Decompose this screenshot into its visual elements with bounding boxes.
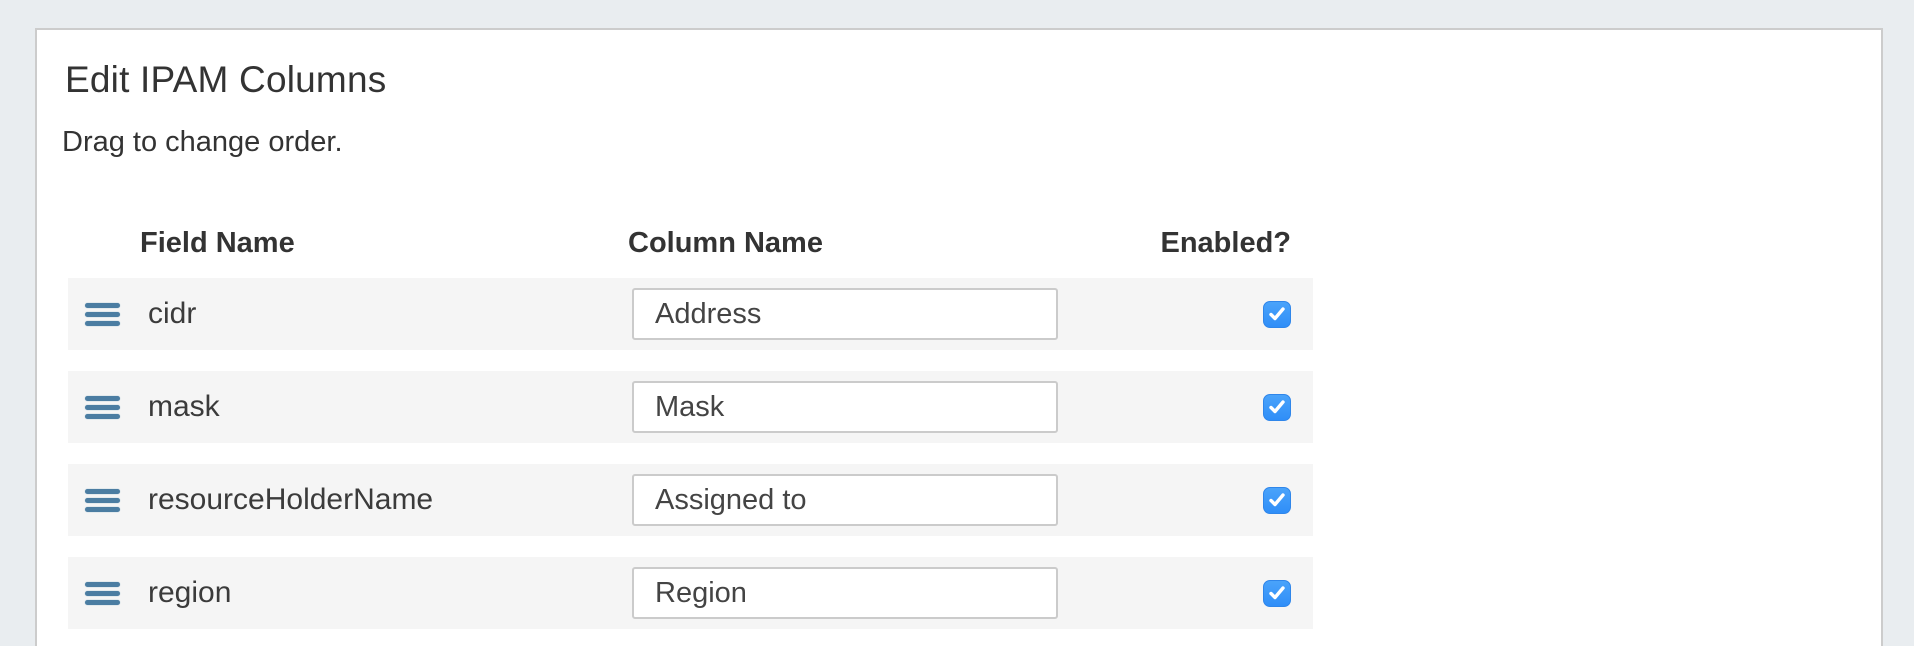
table-row: resourceHolderName bbox=[68, 464, 1313, 536]
checkmark-icon bbox=[1268, 585, 1286, 601]
table-row: region bbox=[68, 557, 1313, 629]
enabled-cell bbox=[1081, 487, 1313, 514]
enabled-cell bbox=[1081, 580, 1313, 607]
enabled-checkbox[interactable] bbox=[1263, 301, 1291, 328]
enabled-checkbox[interactable] bbox=[1263, 394, 1291, 421]
enabled-checkbox[interactable] bbox=[1263, 487, 1291, 514]
column-name-input[interactable] bbox=[632, 381, 1058, 433]
handle-cell bbox=[68, 396, 140, 419]
drag-handle-icon[interactable] bbox=[85, 489, 120, 512]
header-field-name: Field Name bbox=[140, 228, 628, 258]
checkmark-icon bbox=[1268, 306, 1286, 322]
column-name-cell bbox=[628, 381, 1081, 433]
field-name-label: cidr bbox=[140, 297, 628, 331]
drag-handle-icon[interactable] bbox=[85, 396, 120, 419]
ipam-columns-table: Field Name Column Name Enabled? cidr bbox=[68, 226, 1313, 646]
enabled-cell bbox=[1081, 394, 1313, 421]
handle-cell bbox=[68, 303, 140, 326]
drag-handle-icon[interactable] bbox=[85, 582, 120, 605]
table-row: cidr bbox=[68, 278, 1313, 350]
edit-ipam-columns-panel: Edit IPAM Columns Drag to change order. … bbox=[35, 28, 1883, 646]
handle-cell bbox=[68, 489, 140, 512]
drag-hint-text: Drag to change order. bbox=[62, 126, 343, 158]
table-row: mask bbox=[68, 371, 1313, 443]
column-name-input[interactable] bbox=[632, 474, 1058, 526]
column-name-cell bbox=[628, 288, 1081, 340]
column-name-cell bbox=[628, 474, 1081, 526]
header-column-name: Column Name bbox=[628, 228, 1081, 258]
handle-cell bbox=[68, 582, 140, 605]
checkmark-icon bbox=[1268, 492, 1286, 508]
table-rows: cidr mask bbox=[68, 278, 1313, 629]
field-name-label: resourceHolderName bbox=[140, 483, 628, 517]
enabled-cell bbox=[1081, 301, 1313, 328]
table-header-row: Field Name Column Name Enabled? bbox=[68, 226, 1313, 258]
column-name-input[interactable] bbox=[632, 567, 1058, 619]
column-name-cell bbox=[628, 567, 1081, 619]
field-name-label: mask bbox=[140, 390, 628, 424]
column-name-input[interactable] bbox=[632, 288, 1058, 340]
page-title: Edit IPAM Columns bbox=[65, 60, 386, 100]
field-name-label: region bbox=[140, 576, 628, 610]
header-enabled: Enabled? bbox=[1081, 228, 1313, 258]
checkmark-icon bbox=[1268, 399, 1286, 415]
drag-handle-icon[interactable] bbox=[85, 303, 120, 326]
enabled-checkbox[interactable] bbox=[1263, 580, 1291, 607]
